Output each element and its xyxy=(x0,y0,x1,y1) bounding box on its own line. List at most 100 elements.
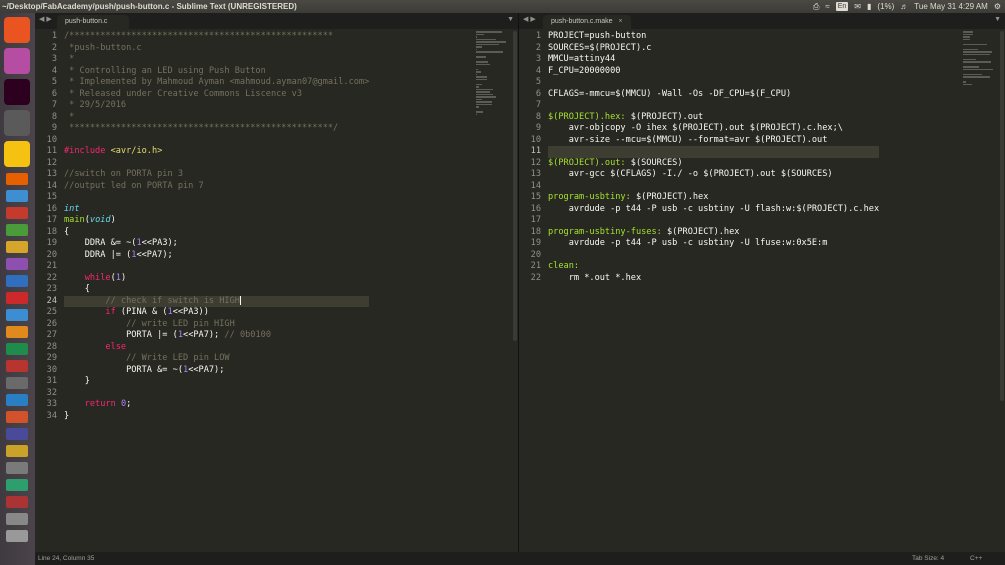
editor-pane-left[interactable]: ◀ ▶ push-button.c ▼ 1 2 3 4 5 6 7 8 9 10 11 12 13 14 1… xyxy=(35,13,518,552)
battery-icon[interactable]: ▮ xyxy=(867,0,871,13)
code-line[interactable]: avr-size --mcu=$(MMCU) --format=avr $(PR… xyxy=(548,135,879,147)
code-line[interactable] xyxy=(548,146,880,158)
code-line[interactable]: { xyxy=(64,284,369,296)
code-line[interactable]: } xyxy=(64,376,369,388)
code-line[interactable]: PROJECT=push-button xyxy=(548,31,879,43)
code-line[interactable]: // Write LED pin LOW xyxy=(64,353,369,365)
tab-nav-arrows[interactable]: ◀ ▶ xyxy=(523,15,536,23)
code-line[interactable]: * Controlling an LED using Push Button xyxy=(64,66,369,78)
printer-icon[interactable]: ⎙ xyxy=(813,0,819,13)
code-line[interactable]: program-usbtiny: $(PROJECT).hex xyxy=(548,192,879,204)
app-icon[interactable] xyxy=(6,445,28,457)
code-line[interactable] xyxy=(64,158,369,170)
code-line[interactable]: * Released under Creative Commons Liscen… xyxy=(64,89,369,101)
code-line[interactable]: *push-button.c xyxy=(64,43,369,55)
code-line[interactable]: avr-objcopy -O ihex $(PROJECT).out $(PRO… xyxy=(548,123,879,135)
code-line[interactable]: rm *.out *.hex xyxy=(548,273,879,285)
code-line[interactable]: $(PROJECT).hex: $(PROJECT).out xyxy=(548,112,879,124)
code-line[interactable] xyxy=(548,77,879,89)
code-area[interactable]: /***************************************… xyxy=(64,31,370,423)
code-line[interactable]: // check if switch is HIGH xyxy=(64,295,370,307)
unity-icon[interactable] xyxy=(4,48,30,74)
code-line[interactable]: //switch on PORTA pin 3 xyxy=(64,169,369,181)
code-line[interactable]: DDRA |= (1<<PA7); xyxy=(64,250,369,262)
firefox-icon[interactable] xyxy=(6,173,28,185)
code-line[interactable]: * xyxy=(64,112,369,124)
minimap[interactable] xyxy=(476,31,508,115)
code-line[interactable] xyxy=(548,250,879,262)
app-icon[interactable] xyxy=(6,513,28,525)
app-icon[interactable] xyxy=(6,377,28,389)
code-line[interactable]: while(1) xyxy=(64,273,369,285)
code-line[interactable]: $(PROJECT).out: $(SOURCES) xyxy=(548,158,879,170)
syntax-indicator[interactable]: C++ xyxy=(970,552,982,565)
app-icon[interactable] xyxy=(6,258,28,270)
code-line[interactable] xyxy=(548,181,879,193)
app-icon[interactable] xyxy=(6,326,28,338)
app-icon[interactable] xyxy=(6,360,28,372)
code-area[interactable]: PROJECT=push-button SOURCES=$(PROJECT).c M… xyxy=(548,31,880,285)
tab-size-indicator[interactable]: Tab Size: 4 xyxy=(912,552,944,565)
code-line[interactable] xyxy=(64,192,369,204)
app-icon[interactable] xyxy=(6,411,28,423)
app-icon[interactable] xyxy=(6,207,28,219)
code-line[interactable]: int xyxy=(64,204,369,216)
code-line[interactable]: * xyxy=(64,54,369,66)
code-line[interactable]: #include <avr/io.h> xyxy=(64,146,369,158)
app-icon[interactable] xyxy=(6,224,28,236)
app-icon[interactable] xyxy=(6,496,28,508)
scrollbar[interactable] xyxy=(513,31,517,341)
tab-nav-arrows[interactable]: ◀ ▶ xyxy=(39,15,52,23)
app-icon[interactable] xyxy=(6,479,28,491)
code-line[interactable]: clean: xyxy=(548,261,879,273)
code-line[interactable]: avrdude -p t44 -P usb -c usbtiny -U flas… xyxy=(548,204,879,216)
tube-icon[interactable] xyxy=(6,292,28,304)
code-line[interactable]: else xyxy=(64,342,369,354)
code-line[interactable]: * 29/5/2016 xyxy=(64,100,369,112)
code-line[interactable]: main(void) xyxy=(64,215,369,227)
code-line[interactable]: MMCU=attiny44 xyxy=(548,54,879,66)
code-line[interactable]: PORTA |= (1<<PA7); // 0b0100 xyxy=(64,330,369,342)
app-icon[interactable] xyxy=(6,241,28,253)
code-line[interactable]: return 0; xyxy=(64,399,369,411)
volume-icon[interactable]: ♬ xyxy=(900,0,908,13)
code-line[interactable]: } xyxy=(64,411,369,423)
app-icon[interactable] xyxy=(6,462,28,474)
app-icon[interactable] xyxy=(6,530,28,542)
app-icon[interactable] xyxy=(6,343,28,355)
tab-dropdown-icon[interactable]: ▼ xyxy=(507,16,514,23)
code-line[interactable]: PORTA &= ~(1<<PA7); xyxy=(64,365,369,377)
code-line[interactable]: * Implemented by Mahmoud Ayman <mahmoud.… xyxy=(64,77,369,89)
code-line[interactable] xyxy=(548,100,879,112)
code-line[interactable]: ****************************************… xyxy=(64,123,369,135)
minimap[interactable] xyxy=(963,31,995,85)
ubuntu-icon[interactable] xyxy=(4,17,30,43)
code-line[interactable]: avr-gcc $(CFLAGS) -I./ -o $(PROJECT).out… xyxy=(548,169,879,181)
editor-pane-right[interactable]: ◀ ▶ push-button.c.make × ▼ 1 2 3 4 5 6 7 8 9 10 11 1… xyxy=(519,13,1005,552)
code-line[interactable]: // write LED pin HIGH xyxy=(64,319,369,331)
code-line[interactable]: { xyxy=(64,227,369,239)
code-line[interactable] xyxy=(64,135,369,147)
code-line[interactable] xyxy=(64,261,369,273)
mail-icon[interactable]: ✉ xyxy=(854,0,861,13)
scrollbar[interactable] xyxy=(1000,31,1004,401)
code-line[interactable] xyxy=(548,215,879,227)
tab-push-button-c[interactable]: push-button.c xyxy=(57,15,129,29)
code-line[interactable]: CFLAGS=-mmcu=$(MMCU) -Wall -Os -DF_CPU=$… xyxy=(548,89,879,101)
keyboard-layout-indicator[interactable]: En xyxy=(835,2,849,11)
terminal-icon[interactable] xyxy=(4,79,30,105)
code-line[interactable] xyxy=(64,388,369,400)
code-line[interactable]: F_CPU=20000000 xyxy=(548,66,879,78)
close-icon[interactable]: × xyxy=(618,18,622,25)
code-line[interactable]: //output led on PORTA pin 7 xyxy=(64,181,369,193)
workspace-icon[interactable] xyxy=(4,110,30,136)
gear-icon[interactable]: ⚙ xyxy=(994,0,1001,13)
app-icon[interactable] xyxy=(6,275,28,287)
bulb-icon[interactable] xyxy=(4,141,30,167)
code-line[interactable]: DDRA &= ~(1<<PA3); xyxy=(64,238,369,250)
code-line[interactable]: if (PINA & (1<<PA3)) xyxy=(64,307,369,319)
app-icon[interactable] xyxy=(6,309,28,321)
code-line[interactable]: /***************************************… xyxy=(64,31,369,43)
tab-dropdown-icon[interactable]: ▼ xyxy=(994,16,1001,23)
calendar-icon[interactable] xyxy=(6,394,28,406)
